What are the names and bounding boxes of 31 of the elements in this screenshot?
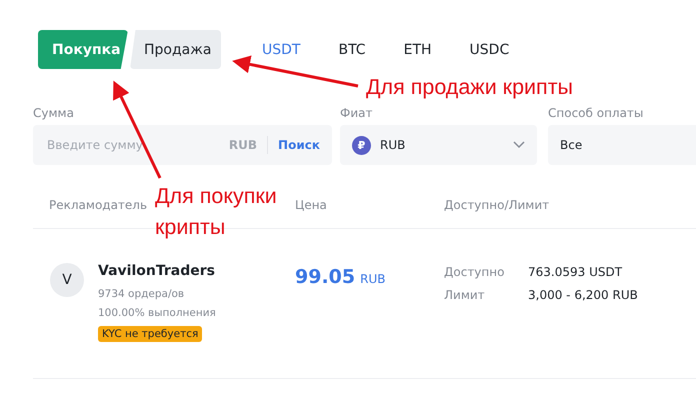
fiat-dropdown[interactable]: ₽ RUB [340,125,537,165]
chevron-down-icon [513,141,525,149]
advertiser-name[interactable]: VavilonTraders [98,263,215,279]
avatar: V [50,263,84,297]
coin-tab[interactable]: USDC [450,42,528,58]
search-button[interactable]: Поиск [278,138,320,152]
field-label: Способ оплаты [548,106,644,120]
trade-tab[interactable]: Продажа [130,30,221,69]
column-header: Рекламодатель [49,198,148,212]
ruble-icon: ₽ [352,136,371,154]
completion-rate: 100.00% выполнения [98,306,216,321]
field-label: Сумма [33,106,75,120]
limit-label: Лимит [444,288,486,302]
coin-tab[interactable]: BTC [319,42,385,58]
field-label: Фиат [340,106,374,120]
kyc-badge: KYC не требуется [98,326,202,342]
available-amount: 763.0593 USDT [528,265,624,279]
available-label: Доступно [444,265,506,279]
coin-tab[interactable]: ETH [384,42,451,58]
payment-dropdown[interactable]: Все [548,125,696,165]
coin-tab[interactable]: USDT [257,42,320,58]
column-header: Цена [295,198,327,212]
annotation-text: Для покупки крипты [155,183,278,241]
limit-range: 3,000 - 6,200 RUB [528,288,638,302]
column-header: Доступно/Лимит [444,198,550,212]
annotation-text: Для продажи крипты [366,74,573,101]
currency-label: RUB [228,138,258,152]
price: 99.05 [295,266,356,288]
amount-field[interactable]: Введите сумму RUB Поиск [33,125,332,165]
order-count: 9734 ордера/ов [98,287,184,302]
price-currency: RUB [360,272,386,286]
